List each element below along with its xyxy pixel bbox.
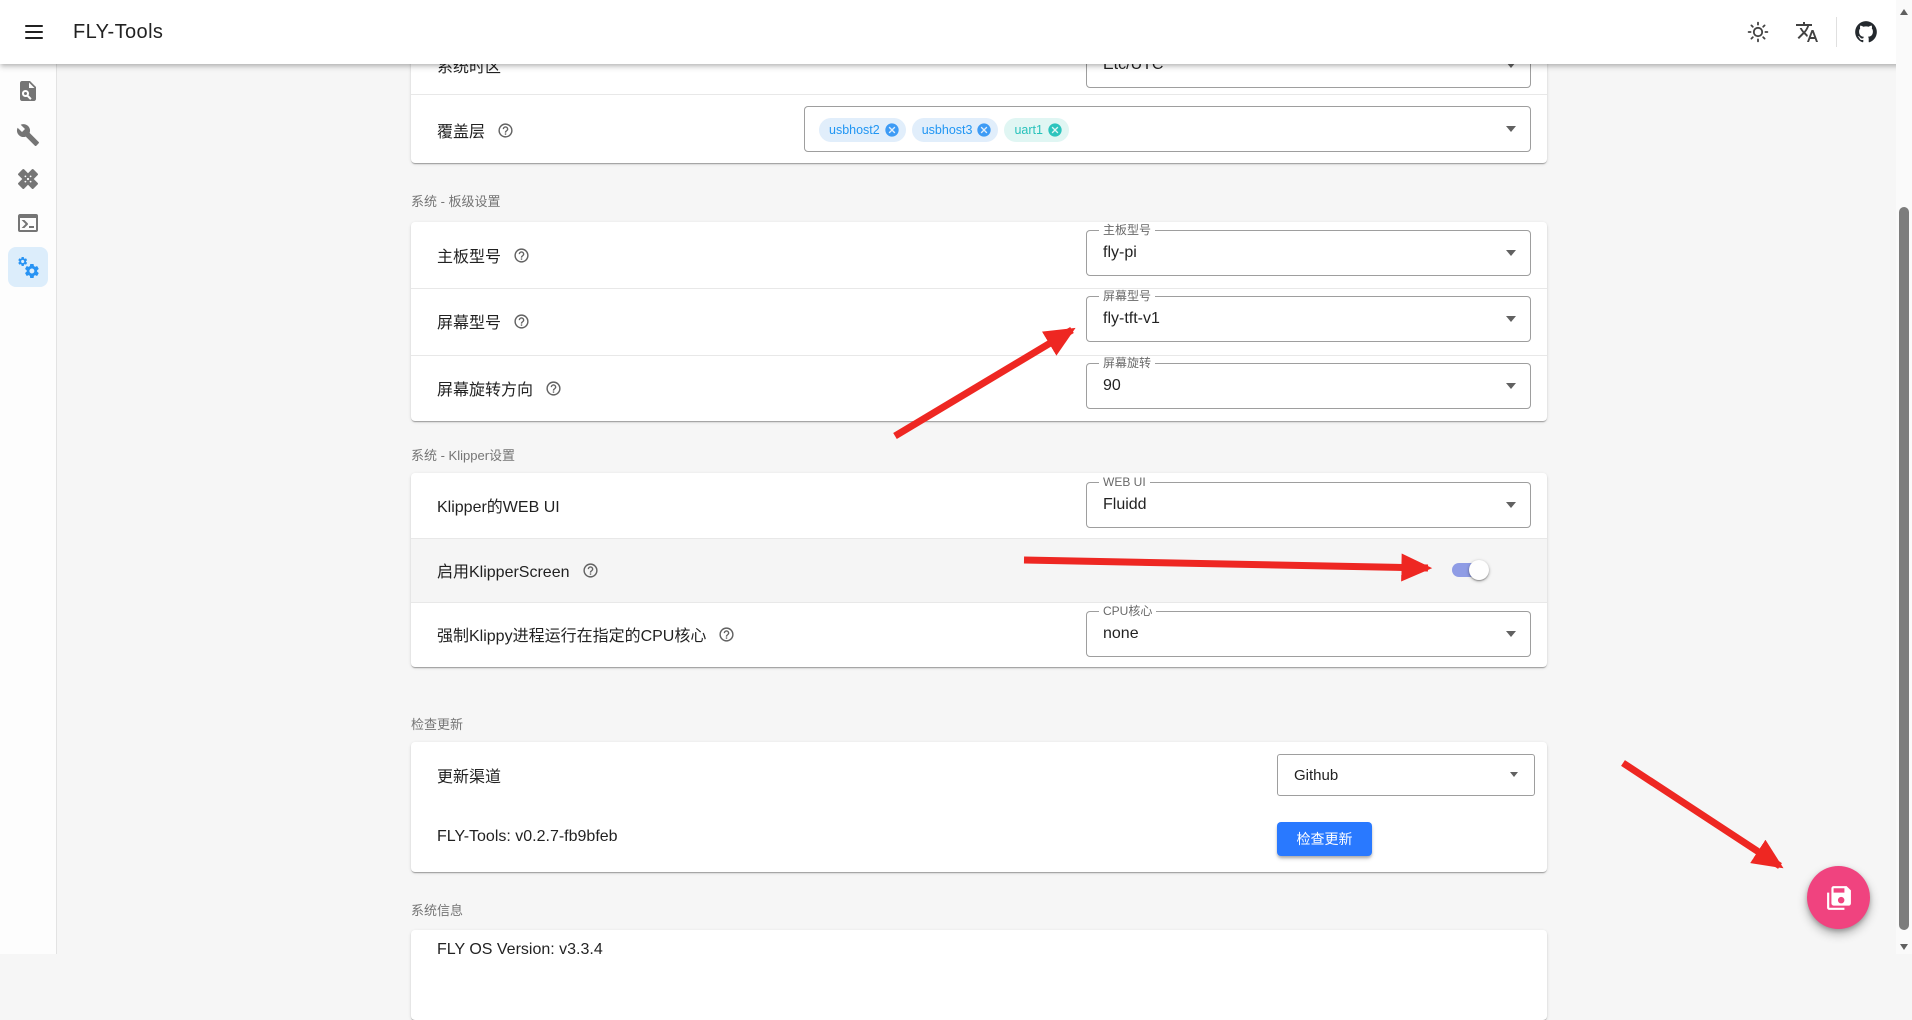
- theme-toggle-button[interactable]: [1738, 12, 1778, 52]
- chip-text: uart1: [1014, 123, 1043, 137]
- sidebar-item-patches[interactable]: [8, 159, 48, 199]
- gears-icon: [16, 255, 40, 279]
- overlay-row-label: 覆盖层: [437, 119, 514, 141]
- cpu-select[interactable]: CPU核心 none: [1086, 611, 1531, 657]
- check-update-button[interactable]: 检查更新: [1277, 822, 1372, 856]
- github-icon: [1853, 19, 1879, 45]
- klipperscreen-toggle[interactable]: [1452, 563, 1488, 577]
- screen-value: fly-tft-v1: [1103, 297, 1160, 341]
- webui-row-label: Klipper的WEB UI: [437, 494, 560, 516]
- sidebar-item-terminal[interactable]: [8, 203, 48, 243]
- scrollbar-thumb[interactable]: [1899, 207, 1909, 930]
- webui-select[interactable]: WEB UI Fluidd: [1086, 482, 1531, 528]
- save-all-icon: [1826, 885, 1852, 911]
- screen-select[interactable]: 屏幕型号 fly-tft-v1: [1086, 296, 1531, 342]
- sidebar-item-tools[interactable]: [8, 115, 48, 155]
- cpu-label-text: 强制Klippy进程运行在指定的CPU核心: [437, 622, 706, 646]
- rotation-value: 90: [1103, 364, 1121, 408]
- chip-text: usbhost2: [829, 123, 880, 137]
- github-button[interactable]: [1846, 12, 1886, 52]
- arrow-to-save-fab: [1623, 763, 1780, 866]
- appbar-actions: [1738, 0, 1886, 64]
- dropdown-caret-icon: [1506, 250, 1516, 256]
- rotation-label-text: 屏幕旋转方向: [437, 376, 533, 400]
- mainboard-value: fly-pi: [1103, 231, 1137, 275]
- os-version-text: FLY OS Version: v3.3.4: [437, 941, 603, 959]
- app-title: FLY-Tools: [73, 21, 163, 44]
- section-label-board: 系统 - 板级设置: [411, 191, 501, 210]
- overlay-chip[interactable]: uart1: [1004, 118, 1069, 142]
- scrollbar-down-arrow-icon[interactable]: [1900, 944, 1908, 950]
- cpu-value: none: [1103, 612, 1139, 656]
- klipperscreen-label-text: 启用KlipperScreen: [437, 558, 570, 582]
- wrench-icon: [16, 123, 40, 147]
- file-search-icon: [16, 79, 40, 103]
- row-divider: [411, 94, 1547, 95]
- chip-close-icon[interactable]: [1047, 122, 1063, 138]
- dropdown-caret-icon: [1506, 126, 1516, 132]
- screen-row-label: 屏幕型号: [437, 310, 530, 332]
- klipperscreen-row-label: 启用KlipperScreen: [437, 559, 599, 581]
- row-divider: [411, 355, 1547, 356]
- mainboard-label-text: 主板型号: [437, 243, 501, 267]
- card-board-settings: 主板型号 主板型号 fly-pi 屏幕型号 屏幕型号 fly-tft-v1 屏幕…: [411, 222, 1547, 421]
- sidebar-nav: [0, 64, 57, 954]
- help-icon[interactable]: [513, 313, 530, 330]
- menu-button[interactable]: [14, 12, 54, 52]
- dropdown-caret-icon: [1510, 772, 1518, 777]
- help-icon[interactable]: [545, 380, 562, 397]
- flytools-version-text: FLY-Tools: v0.2.7-fb9bfeb: [437, 828, 618, 846]
- bandage-icon: [16, 167, 40, 191]
- cpu-row-label: 强制Klippy进程运行在指定的CPU核心: [437, 623, 735, 645]
- overlay-chip[interactable]: usbhost2: [819, 118, 906, 142]
- dropdown-caret-icon: [1506, 316, 1516, 322]
- card-sysinfo: FLY OS Version: v3.3.4: [411, 930, 1547, 1020]
- save-fab-button[interactable]: [1807, 866, 1870, 929]
- section-label-update: 检查更新: [411, 714, 463, 733]
- screen-label-text: 屏幕型号: [437, 309, 501, 333]
- console-icon: [16, 211, 40, 235]
- webui-value: Fluidd: [1103, 483, 1147, 527]
- overlay-chips: usbhost2 usbhost3 uart1: [819, 118, 1069, 142]
- sidebar-item-settings[interactable]: [8, 247, 48, 287]
- toggle-thumb: [1469, 560, 1489, 580]
- webui-label-text: Klipper的WEB UI: [437, 493, 560, 517]
- scrollbar-up-arrow-icon[interactable]: [1900, 9, 1908, 15]
- dropdown-caret-icon: [1506, 383, 1516, 389]
- chip-text: usbhost3: [922, 123, 973, 137]
- help-icon[interactable]: [513, 247, 530, 264]
- help-icon[interactable]: [497, 122, 514, 139]
- dropdown-caret-icon: [1506, 631, 1516, 637]
- app-bar: FLY-Tools: [0, 0, 1912, 64]
- translate-button[interactable]: [1787, 12, 1827, 52]
- chip-close-icon[interactable]: [884, 122, 900, 138]
- mainboard-row-label: 主板型号: [437, 244, 530, 266]
- channel-value: Github: [1294, 755, 1338, 795]
- overlay-label-text: 覆盖层: [437, 118, 485, 142]
- translate-icon: [1795, 20, 1819, 44]
- card-klipper-settings: Klipper的WEB UI WEB UI Fluidd 启用KlipperSc…: [411, 473, 1547, 667]
- row-divider: [411, 288, 1547, 289]
- rotation-select[interactable]: 屏幕旋转 90: [1086, 363, 1531, 409]
- channel-label-text: 更新渠道: [437, 763, 501, 787]
- rotation-row-label: 屏幕旋转方向: [437, 377, 562, 399]
- help-icon[interactable]: [582, 562, 599, 579]
- card-update: 更新渠道 Github FLY-Tools: v0.2.7-fb9bfeb 检查…: [411, 742, 1547, 872]
- channel-row-label: 更新渠道: [437, 764, 501, 786]
- row-divider: [411, 602, 1547, 603]
- update-channel-select[interactable]: Github: [1277, 754, 1535, 796]
- section-label-klipper: 系统 - Klipper设置: [411, 445, 515, 464]
- overlay-select[interactable]: usbhost2 usbhost3 uart1: [804, 106, 1531, 152]
- mainboard-select[interactable]: 主板型号 fly-pi: [1086, 230, 1531, 276]
- sidebar-item-file-search[interactable]: [8, 71, 48, 111]
- theme-brightness-icon: [1746, 20, 1770, 44]
- scrollbar: [1896, 0, 1912, 954]
- appbar-divider: [1836, 17, 1837, 47]
- section-label-sysinfo: 系统信息: [411, 900, 463, 919]
- overlay-chip[interactable]: usbhost3: [912, 118, 999, 142]
- dropdown-caret-icon: [1506, 502, 1516, 508]
- help-icon[interactable]: [718, 626, 735, 643]
- chip-close-icon[interactable]: [976, 122, 992, 138]
